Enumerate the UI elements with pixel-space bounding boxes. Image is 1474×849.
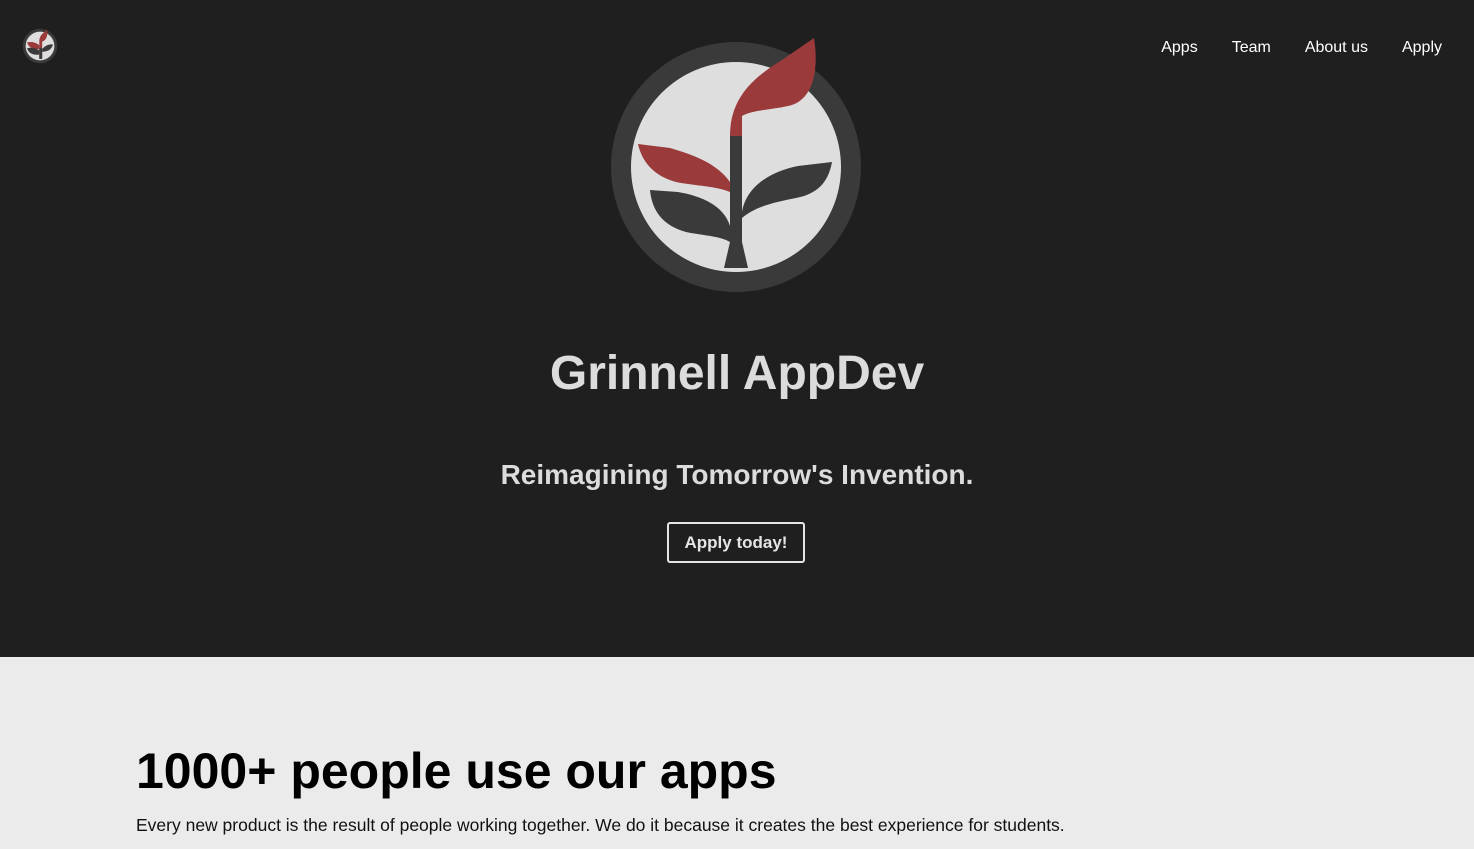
hero-logo-icon [606,36,866,292]
nav-logo-icon[interactable] [22,28,58,64]
hero-tagline: Reimagining Tomorrow's Invention. [500,459,974,490]
top-nav: Apps Team About us Apply [1127,38,1442,58]
nav-item-apply[interactable]: Apply [1402,38,1442,58]
stats-description: Every new product is the result of peopl… [136,815,1065,835]
stats-section: 1000+ people use our apps Every new prod… [0,657,1474,849]
hero-title: Grinnell AppDev [549,347,925,400]
hero-section: Apps Team About us Apply Grinnell AppDev… [0,0,1474,657]
nav-item-apps[interactable]: Apps [1161,38,1197,58]
nav-item-team[interactable]: Team [1232,38,1271,58]
apply-today-button[interactable]: Apply today! [667,522,805,563]
nav-item-about-us[interactable]: About us [1305,38,1368,58]
stats-title: 1000+ people use our apps [136,743,777,799]
